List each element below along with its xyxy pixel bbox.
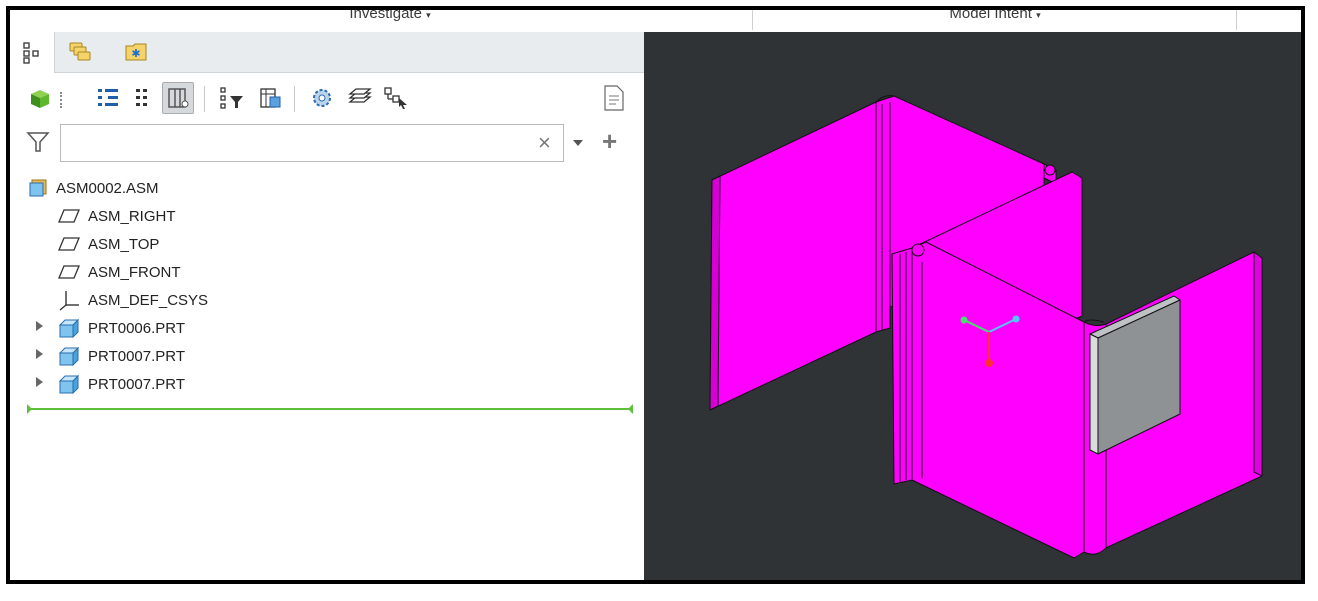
show-columns-button[interactable] — [162, 82, 194, 114]
chevron-down-icon[interactable] — [573, 140, 583, 146]
clear-search-icon[interactable]: × — [538, 130, 551, 156]
ribbon-group-model-intent[interactable]: Model Intent ▾ — [920, 10, 1070, 32]
tree-item-label: PRT0007.PRT — [88, 347, 185, 365]
tree-item-label: ASM_FRONT — [88, 263, 181, 281]
expand-list-icon — [98, 89, 118, 106]
toolbar-divider — [204, 86, 205, 112]
collapse-list-icon — [136, 89, 147, 106]
search-input[interactable] — [60, 124, 564, 162]
model-geometry — [709, 95, 1263, 559]
tree-item-label: ASM_RIGHT — [88, 207, 176, 225]
datum-plane-icon — [58, 209, 80, 223]
tab-folder-browser[interactable] — [58, 32, 102, 72]
part-icon — [58, 318, 80, 338]
model-tree-toolbar — [10, 76, 644, 120]
tree-item-datum-plane[interactable]: ASM_RIGHT — [58, 202, 176, 230]
tree-item-label: PRT0006.PRT — [88, 319, 185, 337]
part-icon — [58, 346, 80, 366]
columns-icon — [168, 88, 189, 108]
filter-icon[interactable] — [26, 130, 50, 159]
expand-all-button[interactable] — [92, 82, 124, 114]
ribbon-group-label: Model Intent — [949, 6, 1032, 22]
expand-arrow-icon[interactable] — [36, 321, 43, 331]
toolbar-grip — [60, 92, 65, 108]
folder-browser-icon — [69, 42, 91, 61]
ribbon-divider — [1236, 10, 1237, 30]
search-row: × + — [10, 124, 644, 166]
gear-icon — [313, 89, 331, 107]
model-tree-icon — [23, 41, 39, 64]
document-icon — [604, 85, 624, 111]
tree-item-datum-plane[interactable]: ASM_FRONT — [58, 258, 181, 286]
chevron-down-icon: ▾ — [1036, 10, 1041, 20]
tree-item-part[interactable]: PRT0006.PRT — [58, 314, 185, 342]
cube-display-icon — [31, 90, 49, 108]
svg-text:✱: ✱ — [131, 47, 140, 60]
tree-view-button[interactable] — [380, 82, 412, 114]
tree-item-datum-plane[interactable]: ASM_TOP — [58, 230, 159, 258]
navigator-panel: ✱ × + ASM0002.ASM ASM_RIGHT ASM_TOP ASM_… — [10, 32, 645, 580]
layers-button[interactable] — [344, 82, 376, 114]
collapse-all-button[interactable] — [126, 82, 158, 114]
assembly-icon — [29, 179, 47, 197]
expand-arrow-icon[interactable] — [36, 349, 43, 359]
tree-item-label: ASM_DEF_CSYS — [88, 291, 209, 309]
tree-item-label: ASM0002.ASM — [56, 179, 159, 197]
settings-button[interactable] — [306, 82, 338, 114]
graphics-viewport[interactable] — [644, 32, 1301, 580]
show-model-button[interactable] — [24, 82, 56, 114]
tree-item-label: ASM_TOP — [88, 235, 160, 253]
tree-item-part[interactable]: PRT0007.PRT — [58, 342, 185, 370]
tree-filters-button[interactable] — [216, 82, 248, 114]
tab-favorites[interactable]: ✱ — [114, 32, 158, 72]
app-window: Investigate ▾ Model Intent ▾ ✱ × + ASM00… — [6, 6, 1305, 584]
tree-item-csys[interactable]: ASM_DEF_CSYS — [58, 286, 208, 314]
tree-item-label: PRT0007.PRT — [88, 375, 185, 393]
datum-plane-icon — [58, 265, 80, 279]
ribbon-group-label: Investigate — [349, 6, 422, 22]
add-filter-icon[interactable]: + — [602, 126, 617, 157]
chevron-down-icon: ▾ — [426, 10, 431, 20]
notes-button[interactable] — [598, 82, 630, 114]
layers-icon — [348, 88, 372, 103]
tree-structure-icon — [384, 87, 407, 109]
coordinate-system-icon — [59, 291, 79, 311]
datum-plane-icon — [58, 237, 80, 251]
expand-arrow-icon[interactable] — [36, 377, 43, 387]
ribbon-group-investigate[interactable]: Investigate ▾ — [320, 10, 460, 32]
toolbar-divider — [294, 86, 295, 112]
navigator-tabs: ✱ — [10, 32, 644, 73]
tree-filter-icon — [220, 87, 243, 109]
tree-item-part[interactable]: PRT0007.PRT — [58, 370, 185, 398]
favorites-icon: ✱ — [125, 43, 147, 61]
part-icon — [58, 374, 80, 394]
insert-here-indicator[interactable] — [27, 404, 633, 414]
ribbon-divider — [752, 10, 753, 30]
tree-item-assembly[interactable]: ASM0002.ASM — [28, 174, 159, 202]
tree-columns-button[interactable] — [254, 82, 286, 114]
tab-model-tree[interactable] — [10, 32, 55, 73]
table-settings-icon — [260, 88, 281, 108]
ribbon-group-bar: Investigate ▾ Model Intent ▾ — [10, 10, 1301, 33]
